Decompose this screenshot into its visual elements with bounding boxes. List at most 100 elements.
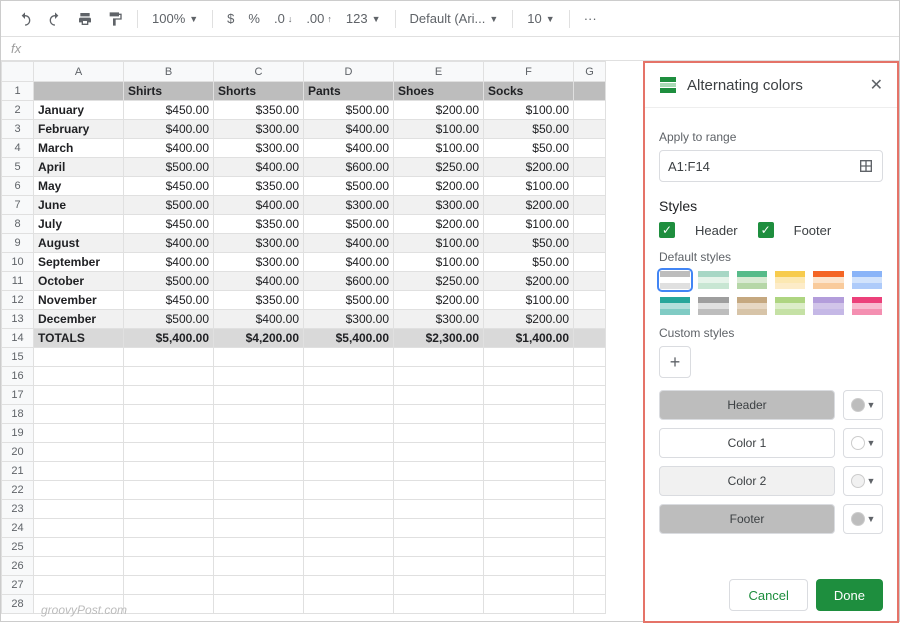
cell[interactable]	[124, 386, 214, 405]
cell[interactable]: $200.00	[484, 158, 574, 177]
cell[interactable]: $200.00	[394, 101, 484, 120]
cell[interactable]	[304, 500, 394, 519]
cell[interactable]: $5,400.00	[124, 329, 214, 348]
cell[interactable]	[574, 329, 606, 348]
cell[interactable]: $4,200.00	[214, 329, 304, 348]
cell[interactable]	[574, 500, 606, 519]
cell[interactable]: March	[34, 139, 124, 158]
cell[interactable]	[394, 386, 484, 405]
row-header[interactable]: 18	[2, 405, 34, 424]
col-header-E[interactable]: E	[394, 62, 484, 82]
cell[interactable]	[124, 462, 214, 481]
style-swatch-1[interactable]	[697, 270, 729, 290]
cell[interactable]	[574, 82, 606, 101]
cell[interactable]	[574, 595, 606, 614]
cell[interactable]: $500.00	[304, 291, 394, 310]
cell[interactable]	[574, 310, 606, 329]
cell[interactable]	[574, 272, 606, 291]
cell[interactable]: $400.00	[214, 196, 304, 215]
row-header[interactable]: 9	[2, 234, 34, 253]
cell[interactable]	[214, 443, 304, 462]
cell[interactable]: $400.00	[304, 234, 394, 253]
cell[interactable]: $350.00	[214, 291, 304, 310]
select-all-corner[interactable]	[2, 62, 34, 82]
cell[interactable]: $1,400.00	[484, 329, 574, 348]
style-swatch-6[interactable]	[659, 296, 691, 316]
cell[interactable]: $400.00	[304, 139, 394, 158]
cell[interactable]: $100.00	[484, 291, 574, 310]
cell[interactable]	[574, 519, 606, 538]
cell[interactable]	[124, 443, 214, 462]
print-button[interactable]	[71, 7, 99, 31]
cell[interactable]: $400.00	[304, 253, 394, 272]
cell[interactable]	[124, 576, 214, 595]
cell[interactable]	[394, 367, 484, 386]
cell[interactable]: $500.00	[304, 101, 394, 120]
cell[interactable]	[214, 367, 304, 386]
cell[interactable]	[484, 500, 574, 519]
row-header[interactable]: 12	[2, 291, 34, 310]
cell[interactable]: $50.00	[484, 139, 574, 158]
style-swatch-5[interactable]	[851, 270, 883, 290]
cell[interactable]	[304, 538, 394, 557]
cell[interactable]: $600.00	[304, 158, 394, 177]
cell[interactable]: February	[34, 120, 124, 139]
cell[interactable]	[574, 177, 606, 196]
row-header[interactable]: 25	[2, 538, 34, 557]
row-header[interactable]: 16	[2, 367, 34, 386]
cell[interactable]	[214, 538, 304, 557]
cell[interactable]	[304, 576, 394, 595]
cell[interactable]	[124, 595, 214, 614]
increase-decimal-button[interactable]: .00↑	[300, 7, 338, 30]
cell[interactable]	[124, 519, 214, 538]
col-header-B[interactable]: B	[124, 62, 214, 82]
cell[interactable]: $500.00	[124, 310, 214, 329]
add-custom-style-button[interactable]: +	[659, 346, 691, 378]
undo-button[interactable]	[11, 7, 39, 31]
cell[interactable]	[304, 348, 394, 367]
cell[interactable]	[574, 405, 606, 424]
row-header[interactable]: 10	[2, 253, 34, 272]
cell[interactable]	[574, 424, 606, 443]
cell[interactable]	[304, 367, 394, 386]
cell[interactable]: $350.00	[214, 101, 304, 120]
more-button[interactable]: ···	[578, 7, 603, 30]
cell[interactable]: $50.00	[484, 120, 574, 139]
cell[interactable]	[574, 139, 606, 158]
cell[interactable]: $400.00	[304, 120, 394, 139]
cell[interactable]: $400.00	[124, 120, 214, 139]
cell[interactable]	[214, 500, 304, 519]
cell[interactable]: $200.00	[394, 291, 484, 310]
cell[interactable]	[484, 462, 574, 481]
row-header[interactable]: 11	[2, 272, 34, 291]
percent-button[interactable]: %	[242, 7, 266, 30]
cell[interactable]	[124, 348, 214, 367]
cell[interactable]	[394, 424, 484, 443]
style-header-color-picker[interactable]: ▼	[843, 390, 883, 420]
row-header[interactable]: 7	[2, 196, 34, 215]
row-header[interactable]: 17	[2, 386, 34, 405]
cell[interactable]: Shoes	[394, 82, 484, 101]
cell[interactable]: January	[34, 101, 124, 120]
cell[interactable]	[34, 82, 124, 101]
cell[interactable]	[574, 367, 606, 386]
row-header[interactable]: 6	[2, 177, 34, 196]
cell[interactable]	[574, 348, 606, 367]
cell[interactable]	[484, 538, 574, 557]
cell[interactable]: September	[34, 253, 124, 272]
style-swatch-2[interactable]	[736, 270, 768, 290]
cell[interactable]: $100.00	[394, 139, 484, 158]
cell[interactable]	[214, 405, 304, 424]
row-header[interactable]: 8	[2, 215, 34, 234]
cell[interactable]: $500.00	[124, 196, 214, 215]
cell[interactable]	[214, 348, 304, 367]
row-header[interactable]: 15	[2, 348, 34, 367]
cell[interactable]	[394, 576, 484, 595]
cell[interactable]	[574, 215, 606, 234]
row-header[interactable]: 4	[2, 139, 34, 158]
spreadsheet-grid[interactable]: ABCDEFG1ShirtsShortsPantsShoesSocks2Janu…	[1, 61, 643, 623]
cell[interactable]	[124, 481, 214, 500]
row-header[interactable]: 19	[2, 424, 34, 443]
cell[interactable]	[574, 443, 606, 462]
style-swatch-9[interactable]	[774, 296, 806, 316]
